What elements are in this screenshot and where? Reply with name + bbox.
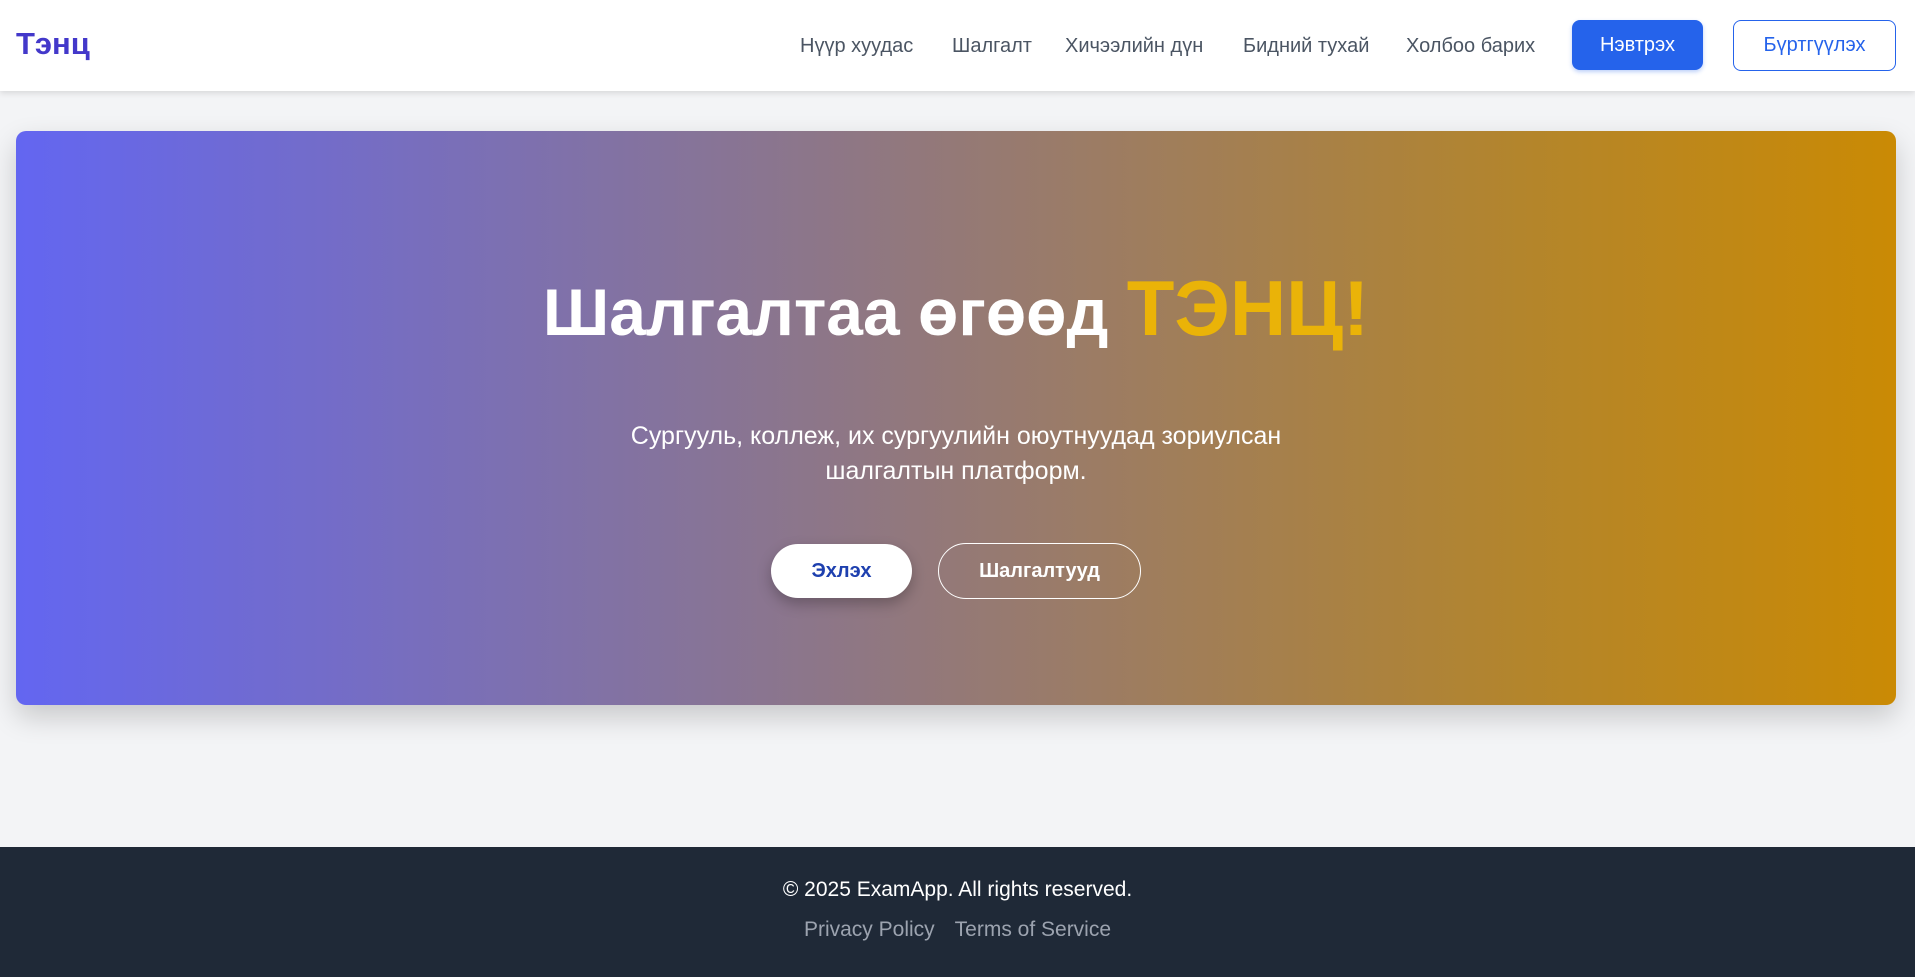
terms-of-service-link[interactable]: Terms of Service	[955, 918, 1111, 942]
site-header: Тэнц Нүүр хуудас Шалгалт Хичээлийн дүн Б…	[0, 0, 1915, 91]
nav-contact[interactable]: Холбоо барих	[1406, 34, 1535, 58]
login-button[interactable]: Нэвтрэх	[1572, 20, 1703, 70]
nav-grades[interactable]: Хичээлийн дүн	[1065, 34, 1203, 58]
start-button[interactable]: Эхлэх	[771, 544, 912, 598]
logo[interactable]: Тэнц	[16, 24, 90, 64]
register-button[interactable]: Бүртгүүлэх	[1733, 20, 1896, 71]
footer-links: Privacy Policy Terms of Service	[0, 918, 1915, 942]
nav-about[interactable]: Бидний тухай	[1243, 34, 1369, 58]
hero-subtitle: Сургууль, коллеж, их сургуулийн оюутнууд…	[630, 422, 1282, 485]
site-footer: © 2025 ExamApp. All rights reserved. Pri…	[0, 847, 1915, 977]
privacy-policy-link[interactable]: Privacy Policy	[804, 918, 935, 942]
nav-exam[interactable]: Шалгалт	[952, 34, 1032, 58]
hero-title: Шалгалтаа өгөөд ТЭНЦ!	[16, 268, 1896, 352]
hero-title-accent: ТЭНЦ!	[1126, 264, 1370, 352]
nav-home[interactable]: Нүүр хуудас	[800, 34, 913, 58]
exams-button[interactable]: Шалгалтууд	[938, 543, 1141, 599]
copyright-text: © 2025 ExamApp. All rights reserved.	[782, 878, 1133, 901]
hero-title-main: Шалгалтаа өгөөд	[542, 275, 1109, 349]
hero-banner: Шалгалтаа өгөөд ТЭНЦ! Сургууль, коллеж, …	[16, 131, 1896, 705]
